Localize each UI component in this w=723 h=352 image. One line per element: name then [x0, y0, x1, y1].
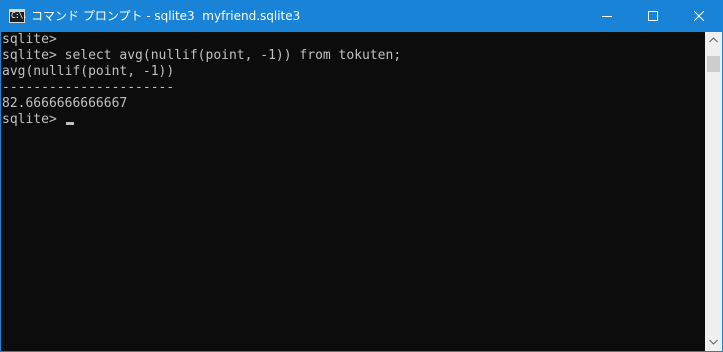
minimize-button[interactable]: [584, 1, 630, 32]
console-line: sqlite> select avg(nullif(point, -1)) fr…: [2, 48, 402, 63]
console-line: sqlite>: [2, 32, 57, 47]
console-prompt: sqlite>: [2, 112, 57, 127]
console-line: 82.6666666666667: [2, 96, 128, 111]
console-output[interactable]: sqlite> sqlite> select avg(nullif(point,…: [1, 32, 705, 351]
window-title: コマンド プロンプト - sqlite3 myfriend.sqlite3: [31, 9, 301, 23]
prompt-line[interactable]: sqlite>: [2, 112, 705, 128]
close-icon: [694, 11, 704, 21]
scroll-up-button[interactable]: [705, 32, 722, 49]
console-line: avg(nullif(point, -1)): [2, 64, 175, 79]
maximize-button[interactable]: [630, 1, 676, 32]
maximize-icon: [648, 11, 658, 21]
scroll-thumb[interactable]: [707, 56, 720, 72]
close-button[interactable]: [676, 1, 722, 32]
scroll-down-button[interactable]: [705, 334, 722, 351]
minimize-icon: [602, 16, 612, 17]
text-cursor: [65, 122, 74, 125]
cmd-icon[interactable]: C:\.: [9, 9, 27, 23]
console-line: ----------------------: [2, 80, 175, 95]
title-bar[interactable]: C:\. コマンド プロンプト - sqlite3 myfriend.sqlit…: [1, 1, 722, 32]
arrow-up-icon: [709, 37, 718, 43]
arrow-down-icon: [709, 339, 718, 345]
vertical-scrollbar[interactable]: [705, 32, 722, 351]
cmd-icon-glyph: C:\.: [11, 11, 27, 20]
console-window: C:\. コマンド プロンプト - sqlite3 myfriend.sqlit…: [0, 0, 723, 352]
